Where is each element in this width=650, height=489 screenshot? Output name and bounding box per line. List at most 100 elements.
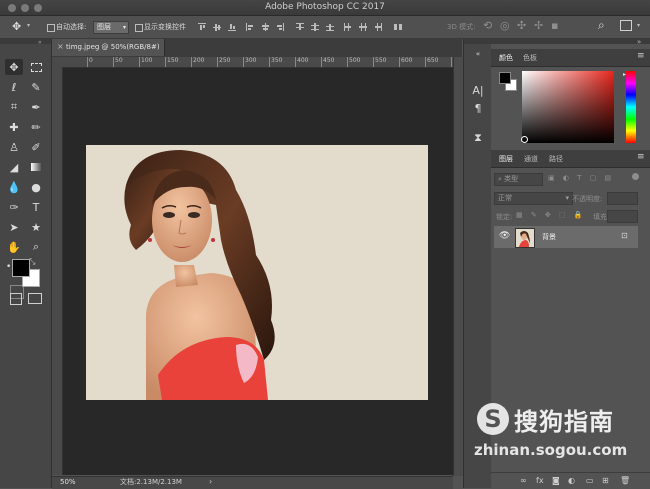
document-image[interactable] [86,145,428,400]
workspace-switcher-icon[interactable] [620,20,632,31]
layer-kind-filter[interactable]: ⌕ 类型 [494,173,543,186]
eye-icon[interactable]: 👁 [499,231,510,241]
hue-slider-handle-icon[interactable]: ▸ [623,71,626,78]
lasso-tool-icon[interactable]: ℓ [5,79,23,95]
show-transform-label: 显示变换控件 [144,23,186,31]
history-brush-tool-icon[interactable]: ✐ [27,139,45,155]
quick-select-tool-icon[interactable]: ✎ [27,79,45,95]
3d-slide-icon[interactable]: ✢ [534,19,543,32]
filter-toggle-icon[interactable] [632,173,639,180]
distribute-vcenter-icon[interactable] [311,23,319,31]
new-layer-icon[interactable]: ⊞ [602,476,609,485]
ruler-tick [269,57,270,67]
tab-channels[interactable]: 通道 [524,154,538,164]
move-tool-icon[interactable]: ✥ [5,59,23,75]
panel-menu-icon[interactable]: ≡ [637,51,645,61]
auto-align-layers-icon[interactable] [394,23,402,31]
horizontal-ruler[interactable]: 0501001502002503003504004505005506006507… [63,57,464,68]
paragraph-panel-icon[interactable]: ¶ [471,102,485,116]
layer-name[interactable]: 背景 [542,232,556,242]
distribute-hcenter-icon[interactable] [359,23,367,31]
auto-select-checkbox[interactable] [47,24,55,32]
hand-tool-icon[interactable]: ✋ [5,239,23,255]
lock-icons[interactable]: ▦ ✎ ✥ ⬚ 🔒 [516,211,586,219]
align-vcenter-icon[interactable] [213,23,221,31]
ruler-origin[interactable] [52,57,63,67]
tab-layers[interactable]: 图层 [499,154,513,164]
collapse-icon[interactable]: » [38,39,42,46]
panel-menu-icon[interactable]: ≡ [637,152,645,162]
3d-scale-icon[interactable]: ▪ [551,19,558,32]
link-icon[interactable]: ∞ [520,476,527,485]
canvas-vertical-scrollbar[interactable] [453,57,463,476]
3d-roll-icon[interactable]: ◎ [500,19,510,32]
character-panel-icon[interactable]: A| [471,84,485,98]
3d-pan-icon[interactable]: ✣ [517,19,526,32]
clone-stamp-tool-icon[interactable]: ♙ [5,139,23,155]
distribute-bottom-icon[interactable] [326,23,334,31]
brush-tool-icon[interactable]: ✏ [27,119,45,135]
blend-mode-dropdown[interactable]: 正常 ▾ [494,192,573,205]
panels-grip[interactable] [491,39,650,44]
align-hcenter-icon[interactable] [261,23,269,31]
zoom-tool-icon[interactable]: ⌕ [27,239,45,255]
layer-row[interactable]: 👁 背景 ⊡ [494,226,638,248]
mask-icon[interactable]: ◙ [552,476,560,485]
document-size-info[interactable]: 文档:2.13M/2.13M [120,478,182,487]
eraser-tool-icon[interactable]: ◢ [5,159,23,175]
color-panel-foreground-swatch[interactable] [499,72,511,84]
quick-mask-icon[interactable] [10,293,22,305]
show-transform-checkbox[interactable] [135,24,143,32]
gradient-tool-icon[interactable] [27,159,45,175]
type-tool-icon[interactable]: T [27,199,45,215]
adjustment-icon[interactable]: ◐ [568,476,575,485]
history-panel-icon[interactable]: ⧗ [471,131,485,145]
align-bottom-icon[interactable] [228,23,236,31]
layer-filter-icons[interactable]: ▣ ◐ T ▢ ▤ [548,174,614,182]
custom-shape-tool-icon[interactable]: ★ [27,219,45,235]
foreground-color-swatch[interactable] [12,259,30,277]
move-arrows-icon[interactable]: ✥ [12,20,21,33]
fill-field[interactable] [607,210,638,223]
tab-swatches[interactable]: 色板 [523,53,537,63]
vertical-ruler[interactable] [52,67,63,475]
color-picker-field[interactable] [522,71,614,143]
dock-grip[interactable] [464,39,491,44]
blur-tool-icon[interactable]: 💧 [5,179,23,195]
color-picker-cursor[interactable] [521,136,528,143]
healing-brush-tool-icon[interactable]: ✚ [5,119,23,135]
folder-icon[interactable]: ▭ [586,476,594,485]
3d-orbit-icon[interactable]: ⟲ [483,19,492,32]
distribute-left-icon[interactable] [344,23,352,31]
fx-icon[interactable]: fx [536,476,544,485]
auto-select-dropdown[interactable]: 图层 ▾ [93,21,129,34]
marquee-tool-icon[interactable] [27,59,45,75]
zoom-level-field[interactable]: 50% [60,478,90,487]
distribute-right-icon[interactable] [374,23,382,31]
tools-panel-grip[interactable] [0,39,51,44]
pen-tool-icon[interactable]: ✑ [5,199,23,215]
tab-color[interactable]: 颜色 [499,53,513,63]
collapse-icon[interactable]: « [471,47,485,61]
sogou-logo-letter: S [484,405,502,433]
align-left-icon[interactable] [246,23,254,31]
search-icon[interactable]: ⌕ [598,18,605,33]
opacity-field[interactable] [607,192,638,205]
status-menu-arrow-icon[interactable]: › [209,477,212,486]
distribute-top-icon[interactable] [296,23,304,31]
align-top-icon[interactable] [198,23,206,31]
collapse-icon[interactable]: » [637,38,641,46]
crop-tool-icon[interactable]: ⌗ [5,99,23,115]
screen-mode-icon[interactable] [28,293,42,304]
hue-slider[interactable] [626,71,636,143]
align-right-icon[interactable] [276,23,284,31]
chevron-down-icon[interactable]: ▾ [27,22,30,29]
trash-icon[interactable]: 🗑 [620,476,630,485]
tab-paths[interactable]: 路径 [549,154,563,164]
chevron-down-icon[interactable]: ▾ [637,22,640,29]
close-tab-icon[interactable]: × [57,42,64,51]
document-tab[interactable]: × timg.jpeg @ 50%(RGB/8#) [52,39,165,56]
eyedropper-tool-icon[interactable]: ✒ [27,99,45,115]
path-select-tool-icon[interactable]: ➤ [5,219,23,235]
dodge-tool-icon[interactable]: ● [27,179,45,195]
